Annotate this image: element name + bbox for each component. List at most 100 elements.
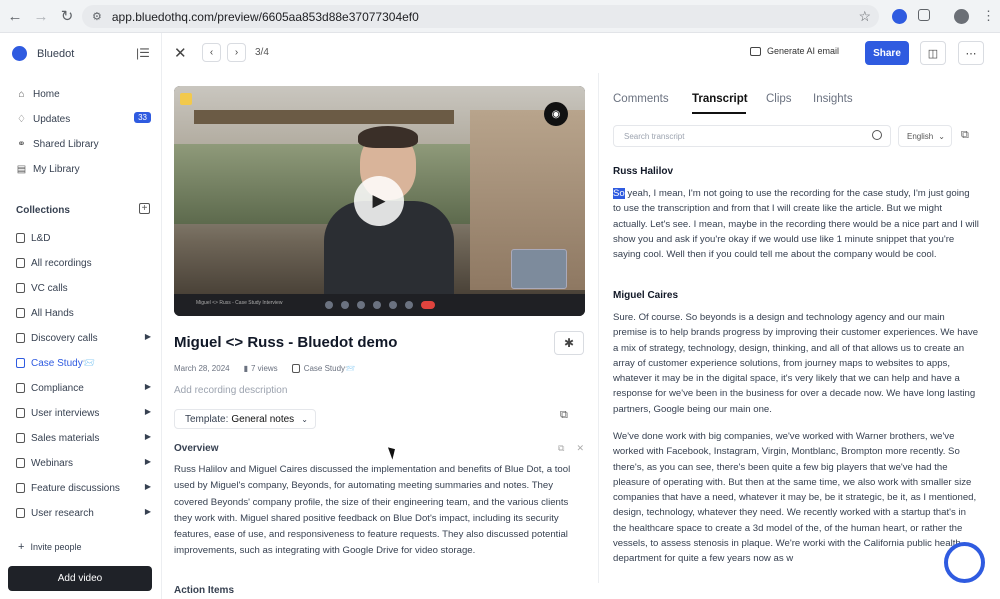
sidebar-item-home[interactable]: ⌂ Home bbox=[16, 85, 151, 103]
close-icon[interactable]: ✕ bbox=[174, 44, 187, 62]
move-to-folder-icon[interactable]: ◫ bbox=[920, 41, 946, 65]
sidebar-item-label: Shared Library bbox=[33, 138, 99, 150]
collapse-sidebar-icon[interactable]: |☰ bbox=[136, 46, 150, 60]
folder-icon bbox=[16, 508, 25, 518]
expand-caret-icon[interactable]: ▶ bbox=[145, 507, 151, 516]
collection-label: L&D bbox=[31, 232, 51, 244]
recording-title: Miguel <> Russ - Bluedot demo bbox=[174, 334, 398, 351]
collection-label: User research bbox=[31, 507, 94, 519]
integrations-hub-icon[interactable]: ✱ bbox=[554, 331, 584, 355]
participant-thumbnail bbox=[511, 249, 567, 289]
add-collection-icon[interactable]: + bbox=[139, 203, 150, 214]
tab-transcript[interactable]: Transcript bbox=[692, 93, 748, 105]
url-text: app.bluedothq.com/preview/6605aa853d88e3… bbox=[111, 9, 419, 24]
folder-icon bbox=[16, 258, 25, 268]
workspace-switcher[interactable]: Bluedot bbox=[12, 46, 74, 61]
collection-item[interactable]: All Hands bbox=[16, 304, 151, 322]
template-value: General notes bbox=[231, 413, 295, 425]
more-options-icon[interactable]: ⋯ bbox=[958, 41, 984, 65]
plus-icon: + bbox=[18, 541, 25, 553]
add-video-button[interactable]: Add video bbox=[8, 566, 152, 591]
browser-menu-icon[interactable]: ⋮ bbox=[982, 8, 995, 24]
collection-label: All recordings bbox=[31, 257, 92, 269]
folder-icon bbox=[16, 383, 25, 393]
copy-transcript-icon[interactable]: ⧉ bbox=[961, 129, 969, 142]
expand-caret-icon[interactable]: ▶ bbox=[145, 432, 151, 441]
collection-item[interactable]: All recordings bbox=[16, 254, 151, 272]
play-button[interactable]: ▶ bbox=[354, 176, 404, 226]
sidebar-item-my-library[interactable]: ▤ My Library bbox=[16, 160, 151, 178]
collection-label: Webinars bbox=[31, 457, 74, 469]
back-icon[interactable]: ← bbox=[4, 5, 26, 27]
invite-people-button[interactable]: + Invite people bbox=[18, 541, 81, 553]
collection-item[interactable]: VC calls bbox=[16, 279, 151, 297]
extensions-puzzle-icon[interactable] bbox=[918, 9, 930, 21]
folder-icon bbox=[16, 358, 25, 368]
panel-divider bbox=[598, 73, 599, 583]
action-items-heading: Action Items bbox=[174, 585, 235, 596]
forward-icon[interactable]: → bbox=[30, 5, 52, 27]
expand-caret-icon[interactable]: ▶ bbox=[145, 482, 151, 491]
play-icon: ▶ bbox=[372, 191, 386, 210]
generate-ai-email-button[interactable]: Generate AI email bbox=[750, 46, 839, 56]
expand-caret-icon[interactable]: ▶ bbox=[145, 457, 151, 466]
recording-description-input[interactable]: Add recording description bbox=[174, 385, 287, 396]
collection-item[interactable]: Sales materials ▶ bbox=[16, 429, 151, 447]
collection-item[interactable]: Webinars ▶ bbox=[16, 454, 151, 472]
overview-text: Russ Halilov and Miguel Caires discussed… bbox=[174, 464, 571, 557]
collection-label: Discovery calls bbox=[31, 332, 98, 344]
expand-caret-icon[interactable]: ▶ bbox=[145, 332, 151, 341]
recording-topbar: ✕ ‹ › 3/4 Generate AI email Share ◫ ⋯ bbox=[162, 33, 1000, 73]
tab-comments[interactable]: Comments bbox=[613, 93, 669, 105]
share-button[interactable]: Share bbox=[865, 41, 909, 65]
sidebar-item-updates[interactable]: ♢ Updates 33 bbox=[16, 110, 151, 128]
expand-caret-icon[interactable]: ▶ bbox=[145, 382, 151, 391]
collection-label: User interviews bbox=[31, 407, 100, 419]
collection-item[interactable]: Feature discussions ▶ bbox=[16, 479, 151, 497]
template-prefix: Template: bbox=[185, 413, 229, 425]
video-player[interactable]: ◉ ▶ Miguel <> Russ - Case Study Intervie… bbox=[174, 86, 585, 316]
bookmark-star-icon[interactable]: ☆ bbox=[858, 8, 871, 25]
collection-label: Feature discussions bbox=[31, 482, 120, 494]
extension-bluedot-icon[interactable] bbox=[892, 9, 907, 24]
language-select[interactable]: English ⌄ bbox=[898, 125, 952, 147]
transcript-paragraph: Sure. Of course. So beyonds is a design … bbox=[613, 312, 979, 415]
tab-clips[interactable]: Clips bbox=[766, 93, 792, 105]
collection-item[interactable]: L&D bbox=[16, 229, 151, 247]
camera-off-icon[interactable]: ◉ bbox=[544, 102, 568, 126]
profile-avatar-icon[interactable] bbox=[954, 9, 969, 24]
expand-caret-icon[interactable]: ▶ bbox=[145, 407, 151, 416]
speaker-name: Russ Halilov bbox=[613, 166, 674, 177]
collection-item[interactable]: User interviews ▶ bbox=[16, 404, 151, 422]
address-bar[interactable]: ⚙ app.bluedothq.com/preview/6605aa853d88… bbox=[82, 5, 879, 28]
bluedot-widget-button[interactable] bbox=[944, 542, 985, 583]
reload-icon[interactable]: ↻ bbox=[56, 5, 78, 27]
collection-item-active[interactable]: Case Study📨 bbox=[16, 354, 151, 372]
copy-icon[interactable]: ⧉ bbox=[558, 443, 564, 453]
copy-notes-icon[interactable]: ⧉ bbox=[560, 409, 568, 422]
transcript-search-input[interactable]: Search transcript bbox=[613, 125, 891, 147]
folder-icon bbox=[16, 483, 25, 493]
home-icon: ⌂ bbox=[18, 88, 25, 100]
tab-insights[interactable]: Insights bbox=[813, 93, 853, 105]
sidebar-item-shared-library[interactable]: ⚭ Shared Library bbox=[16, 135, 151, 153]
collection-item[interactable]: Discovery calls ▶ bbox=[16, 329, 151, 347]
collection-item[interactable]: Compliance ▶ bbox=[16, 379, 151, 397]
meeting-app-logo-icon bbox=[180, 93, 192, 105]
collection-label: Compliance bbox=[31, 382, 84, 394]
chevron-down-icon: ⌄ bbox=[301, 414, 308, 424]
folder-icon bbox=[16, 408, 25, 418]
updates-count-badge: 33 bbox=[134, 112, 151, 123]
sidebar-item-label: Updates bbox=[33, 113, 71, 125]
site-settings-icon[interactable]: ⚙ bbox=[92, 10, 102, 23]
collection-item[interactable]: User research ▶ bbox=[16, 504, 151, 522]
next-recording-button[interactable]: › bbox=[227, 43, 246, 62]
shared-icon: ⚭ bbox=[17, 138, 26, 150]
template-select[interactable]: Template: General notes ⌄ bbox=[174, 409, 316, 429]
collection-label: Sales materials bbox=[31, 432, 100, 444]
previous-recording-button[interactable]: ‹ bbox=[202, 43, 221, 62]
close-icon[interactable]: ✕ bbox=[576, 443, 584, 453]
recording-collection[interactable]: Case Study📨 bbox=[304, 364, 355, 373]
collection-label: Case Study📨 bbox=[31, 357, 96, 369]
mouse-cursor bbox=[387, 445, 399, 460]
